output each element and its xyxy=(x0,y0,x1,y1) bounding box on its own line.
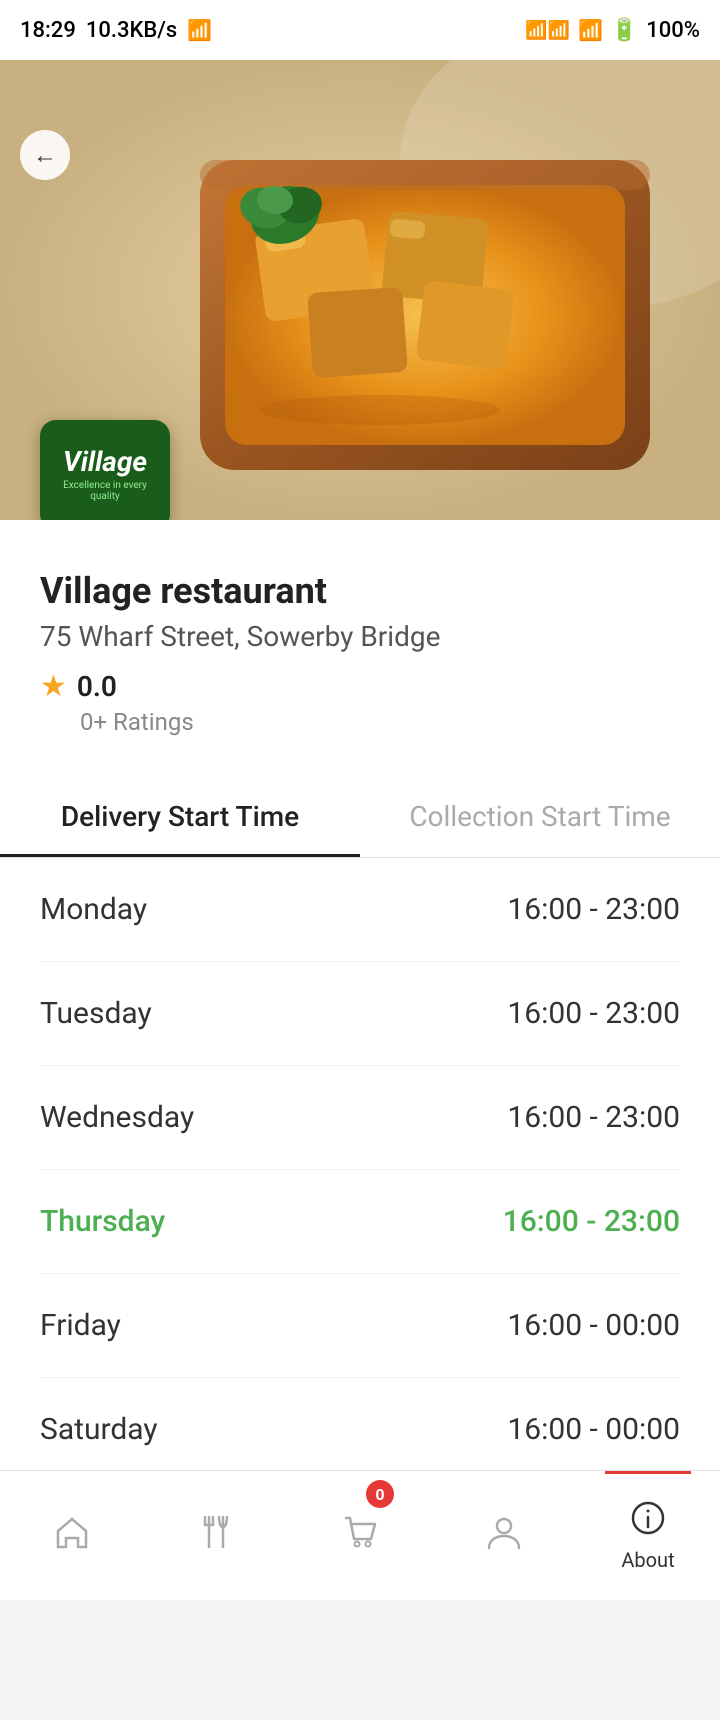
back-arrow-icon: ← xyxy=(33,141,57,170)
day-monday: Monday xyxy=(40,892,147,927)
nav-cart[interactable]: 0 xyxy=(288,1471,432,1600)
day-friday: Friday xyxy=(40,1308,121,1343)
nav-about[interactable]: About xyxy=(576,1471,720,1600)
nav-menu[interactable] xyxy=(144,1471,288,1600)
tabs-container: Delivery Start Time Collection Start Tim… xyxy=(0,776,720,858)
about-icon xyxy=(629,1499,667,1544)
day-wednesday: Wednesday xyxy=(40,1100,194,1135)
hours-friday: 16:00 - 00:00 xyxy=(507,1308,680,1343)
hours-saturday: 16:00 - 00:00 xyxy=(507,1412,680,1447)
nav-profile[interactable] xyxy=(432,1471,576,1600)
hours-monday: 16:00 - 23:00 xyxy=(507,892,680,927)
back-button[interactable]: ← xyxy=(20,130,70,180)
wifi-icon: 📶 xyxy=(578,18,603,42)
day-tuesday: Tuesday xyxy=(40,996,152,1031)
schedule-row-wednesday: Wednesday 16:00 - 23:00 xyxy=(40,1066,680,1170)
battery-percent: 100% xyxy=(646,18,700,43)
status-bar: 18:29 10.3KB/s 📶 📶📶 📶 🔋 100% xyxy=(0,0,720,60)
logo-tagline: Excellence in every quality xyxy=(50,480,160,502)
hero-image: ← Village Excellence in every quality xyxy=(0,60,720,520)
battery-icon: 🔋 xyxy=(611,18,638,43)
cart-badge: 0 xyxy=(366,1480,394,1508)
schedule-row-thursday: Thursday 16:00 - 23:00 xyxy=(40,1170,680,1274)
hours-tuesday: 16:00 - 23:00 xyxy=(507,996,680,1031)
star-icon: ★ xyxy=(40,669,67,704)
time-display: 18:29 xyxy=(20,18,76,43)
content-card: Village restaurant 75 Wharf Street, Sowe… xyxy=(0,520,720,1520)
logo-name: Village xyxy=(63,448,147,476)
restaurant-name: Village restaurant xyxy=(40,570,680,612)
day-thursday: Thursday xyxy=(40,1204,165,1239)
home-icon xyxy=(53,1513,91,1558)
day-saturday: Saturday xyxy=(40,1412,158,1447)
profile-icon xyxy=(485,1513,523,1558)
bottom-nav: 0 About xyxy=(0,1470,720,1600)
cart-icon xyxy=(341,1513,379,1558)
schedule-row-friday: Friday 16:00 - 00:00 xyxy=(40,1274,680,1378)
status-left: 18:29 10.3KB/s 📶 xyxy=(20,18,212,43)
rating-row: ★ 0.0 xyxy=(40,669,680,704)
data-speed: 10.3KB/s xyxy=(86,18,177,43)
tab-delivery[interactable]: Delivery Start Time xyxy=(0,776,360,857)
hours-wednesday: 16:00 - 23:00 xyxy=(507,1100,680,1135)
about-label: About xyxy=(621,1548,674,1572)
status-right: 📶📶 📶 🔋 100% xyxy=(525,18,700,43)
rating-value: 0.0 xyxy=(77,670,117,703)
tab-collection[interactable]: Collection Start Time xyxy=(360,776,720,857)
restaurant-info: Village restaurant 75 Wharf Street, Sowe… xyxy=(0,520,720,756)
rating-count: 0+ Ratings xyxy=(80,708,680,736)
signal-icons: 📶 xyxy=(187,18,212,42)
hours-thursday: 16:00 - 23:00 xyxy=(503,1204,680,1239)
schedule-row-saturday: Saturday 16:00 - 00:00 xyxy=(40,1378,680,1482)
schedule-row-tuesday: Tuesday 16:00 - 23:00 xyxy=(40,962,680,1066)
restaurant-address: 75 Wharf Street, Sowerby Bridge xyxy=(40,620,680,653)
schedule-row-monday: Monday 16:00 - 23:00 xyxy=(40,858,680,962)
signal-strength: 📶📶 xyxy=(525,20,570,41)
nav-home[interactable] xyxy=(0,1471,144,1600)
fork-knife-icon xyxy=(197,1513,235,1558)
restaurant-logo: Village Excellence in every quality xyxy=(40,420,170,520)
schedule-list: Monday 16:00 - 23:00 Tuesday 16:00 - 23:… xyxy=(0,858,720,1482)
